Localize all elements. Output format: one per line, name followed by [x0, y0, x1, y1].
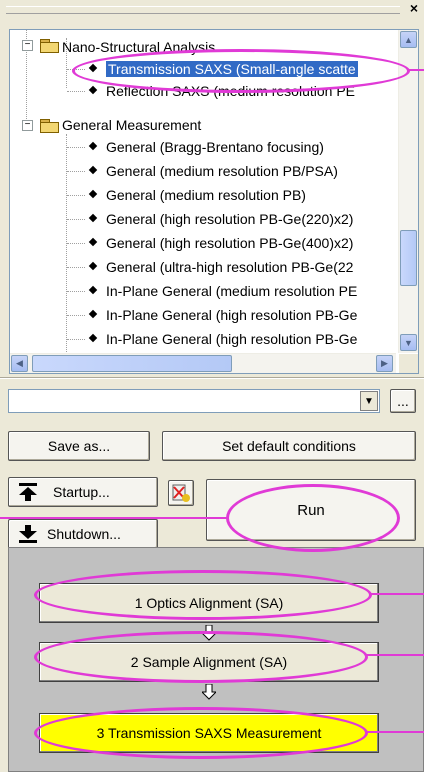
bullet-icon: [88, 334, 98, 343]
bullet-icon: [88, 214, 98, 223]
tree-item[interactable]: In-Plane General (high resolution PB-Ge: [88, 328, 358, 350]
callout-line: [408, 69, 424, 71]
vertical-scrollbar[interactable]: ▲ ▼: [398, 30, 418, 353]
drag-grip[interactable]: [6, 6, 400, 14]
close-icon[interactable]: ×: [410, 0, 418, 16]
bullet-icon: [88, 286, 98, 295]
tree-item[interactable]: General (high resolution PB-Ge(220)x2): [88, 208, 354, 230]
highlight-annotation: [34, 707, 368, 759]
shutdown-icon: [19, 525, 37, 543]
startup-label: Startup...: [53, 484, 110, 500]
browse-button[interactable]: ...: [390, 389, 416, 413]
tree-item[interactable]: In-Plane General (medium resolution PE: [88, 280, 358, 302]
bullet-icon: [88, 166, 98, 175]
tree-item-label: In-Plane General (medium resolution PE: [106, 283, 358, 299]
startup-button[interactable]: Startup...: [8, 477, 158, 507]
scroll-up-icon[interactable]: ▲: [400, 31, 417, 48]
callout-line: [366, 654, 424, 656]
bullet-icon: [88, 310, 98, 319]
callout-line: [370, 593, 424, 595]
highlight-annotation: [226, 484, 400, 552]
chevron-down-icon[interactable]: ▼: [360, 391, 378, 411]
divider: [0, 377, 424, 379]
tree-item-label: General (high resolution PB-Ge(400)x2): [106, 235, 354, 251]
scroll-corner: [399, 354, 418, 373]
bullet-icon: [88, 142, 98, 151]
tree-item[interactable]: General (Bragg-Brentano focusing): [88, 136, 324, 158]
set-default-conditions-button[interactable]: Set default conditions: [162, 431, 416, 461]
arrow-down-icon: [202, 684, 216, 700]
tree-group-label[interactable]: General Measurement: [62, 114, 201, 136]
tree-item-label: In-Plane General (high resolution PB-Ge: [106, 307, 358, 323]
tree-item[interactable]: General (high resolution PB-Ge(400)x2): [88, 232, 354, 254]
save-as-button[interactable]: Save as...: [8, 431, 150, 461]
folder-icon: [40, 39, 59, 53]
settings-check-icon: [172, 484, 190, 502]
shutdown-button[interactable]: Shutdown...: [8, 519, 158, 549]
tree-item[interactable]: In-Plane General (high resolution PB-Ge: [88, 304, 358, 326]
tree-item-label: General (medium resolution PB): [106, 187, 306, 203]
folder-icon: [40, 119, 59, 133]
highlight-annotation: [34, 570, 372, 620]
collapse-toggle[interactable]: −: [22, 120, 33, 131]
horizontal-scrollbar[interactable]: ◀ ▶: [10, 353, 396, 373]
vertical-scroll-thumb[interactable]: [400, 230, 417, 286]
highlight-annotation: [34, 631, 368, 683]
condition-select[interactable]: ▼: [8, 389, 380, 413]
tree-item[interactable]: General (ultra-high resolution PB-Ge(22: [88, 256, 354, 278]
callout-line: [0, 517, 228, 519]
measurement-panel: × − Nano-Structural Analysis Transmissio…: [0, 0, 424, 772]
scroll-left-icon[interactable]: ◀: [11, 355, 28, 372]
tree-item-label: General (medium resolution PB/PSA): [106, 163, 338, 179]
tree-item-label: General (ultra-high resolution PB-Ge(22: [106, 259, 354, 275]
scroll-down-icon[interactable]: ▼: [400, 334, 417, 351]
tree-item[interactable]: General (medium resolution PB/PSA): [88, 160, 338, 182]
highlight-annotation: [72, 49, 410, 93]
tree-item-label: General (Bragg-Brentano focusing): [106, 139, 324, 155]
scroll-right-icon[interactable]: ▶: [376, 355, 393, 372]
tree-item-label: General (high resolution PB-Ge(220)x2): [106, 211, 354, 227]
panel-titlebar: ×: [0, 0, 424, 28]
tree-item[interactable]: General (medium resolution PB): [88, 184, 306, 206]
bullet-icon: [88, 262, 98, 271]
bullet-icon: [88, 190, 98, 199]
bullet-icon: [88, 86, 98, 95]
bullet-icon: [88, 238, 98, 247]
collapse-toggle[interactable]: −: [22, 40, 33, 51]
horizontal-scroll-thumb[interactable]: [32, 355, 232, 372]
tree-item-label: In-Plane General (high resolution PB-Ge: [106, 331, 358, 347]
shutdown-label: Shutdown...: [47, 526, 121, 542]
callout-line: [366, 731, 424, 733]
settings-toggle-button[interactable]: [168, 480, 194, 506]
startup-icon: [19, 483, 37, 501]
